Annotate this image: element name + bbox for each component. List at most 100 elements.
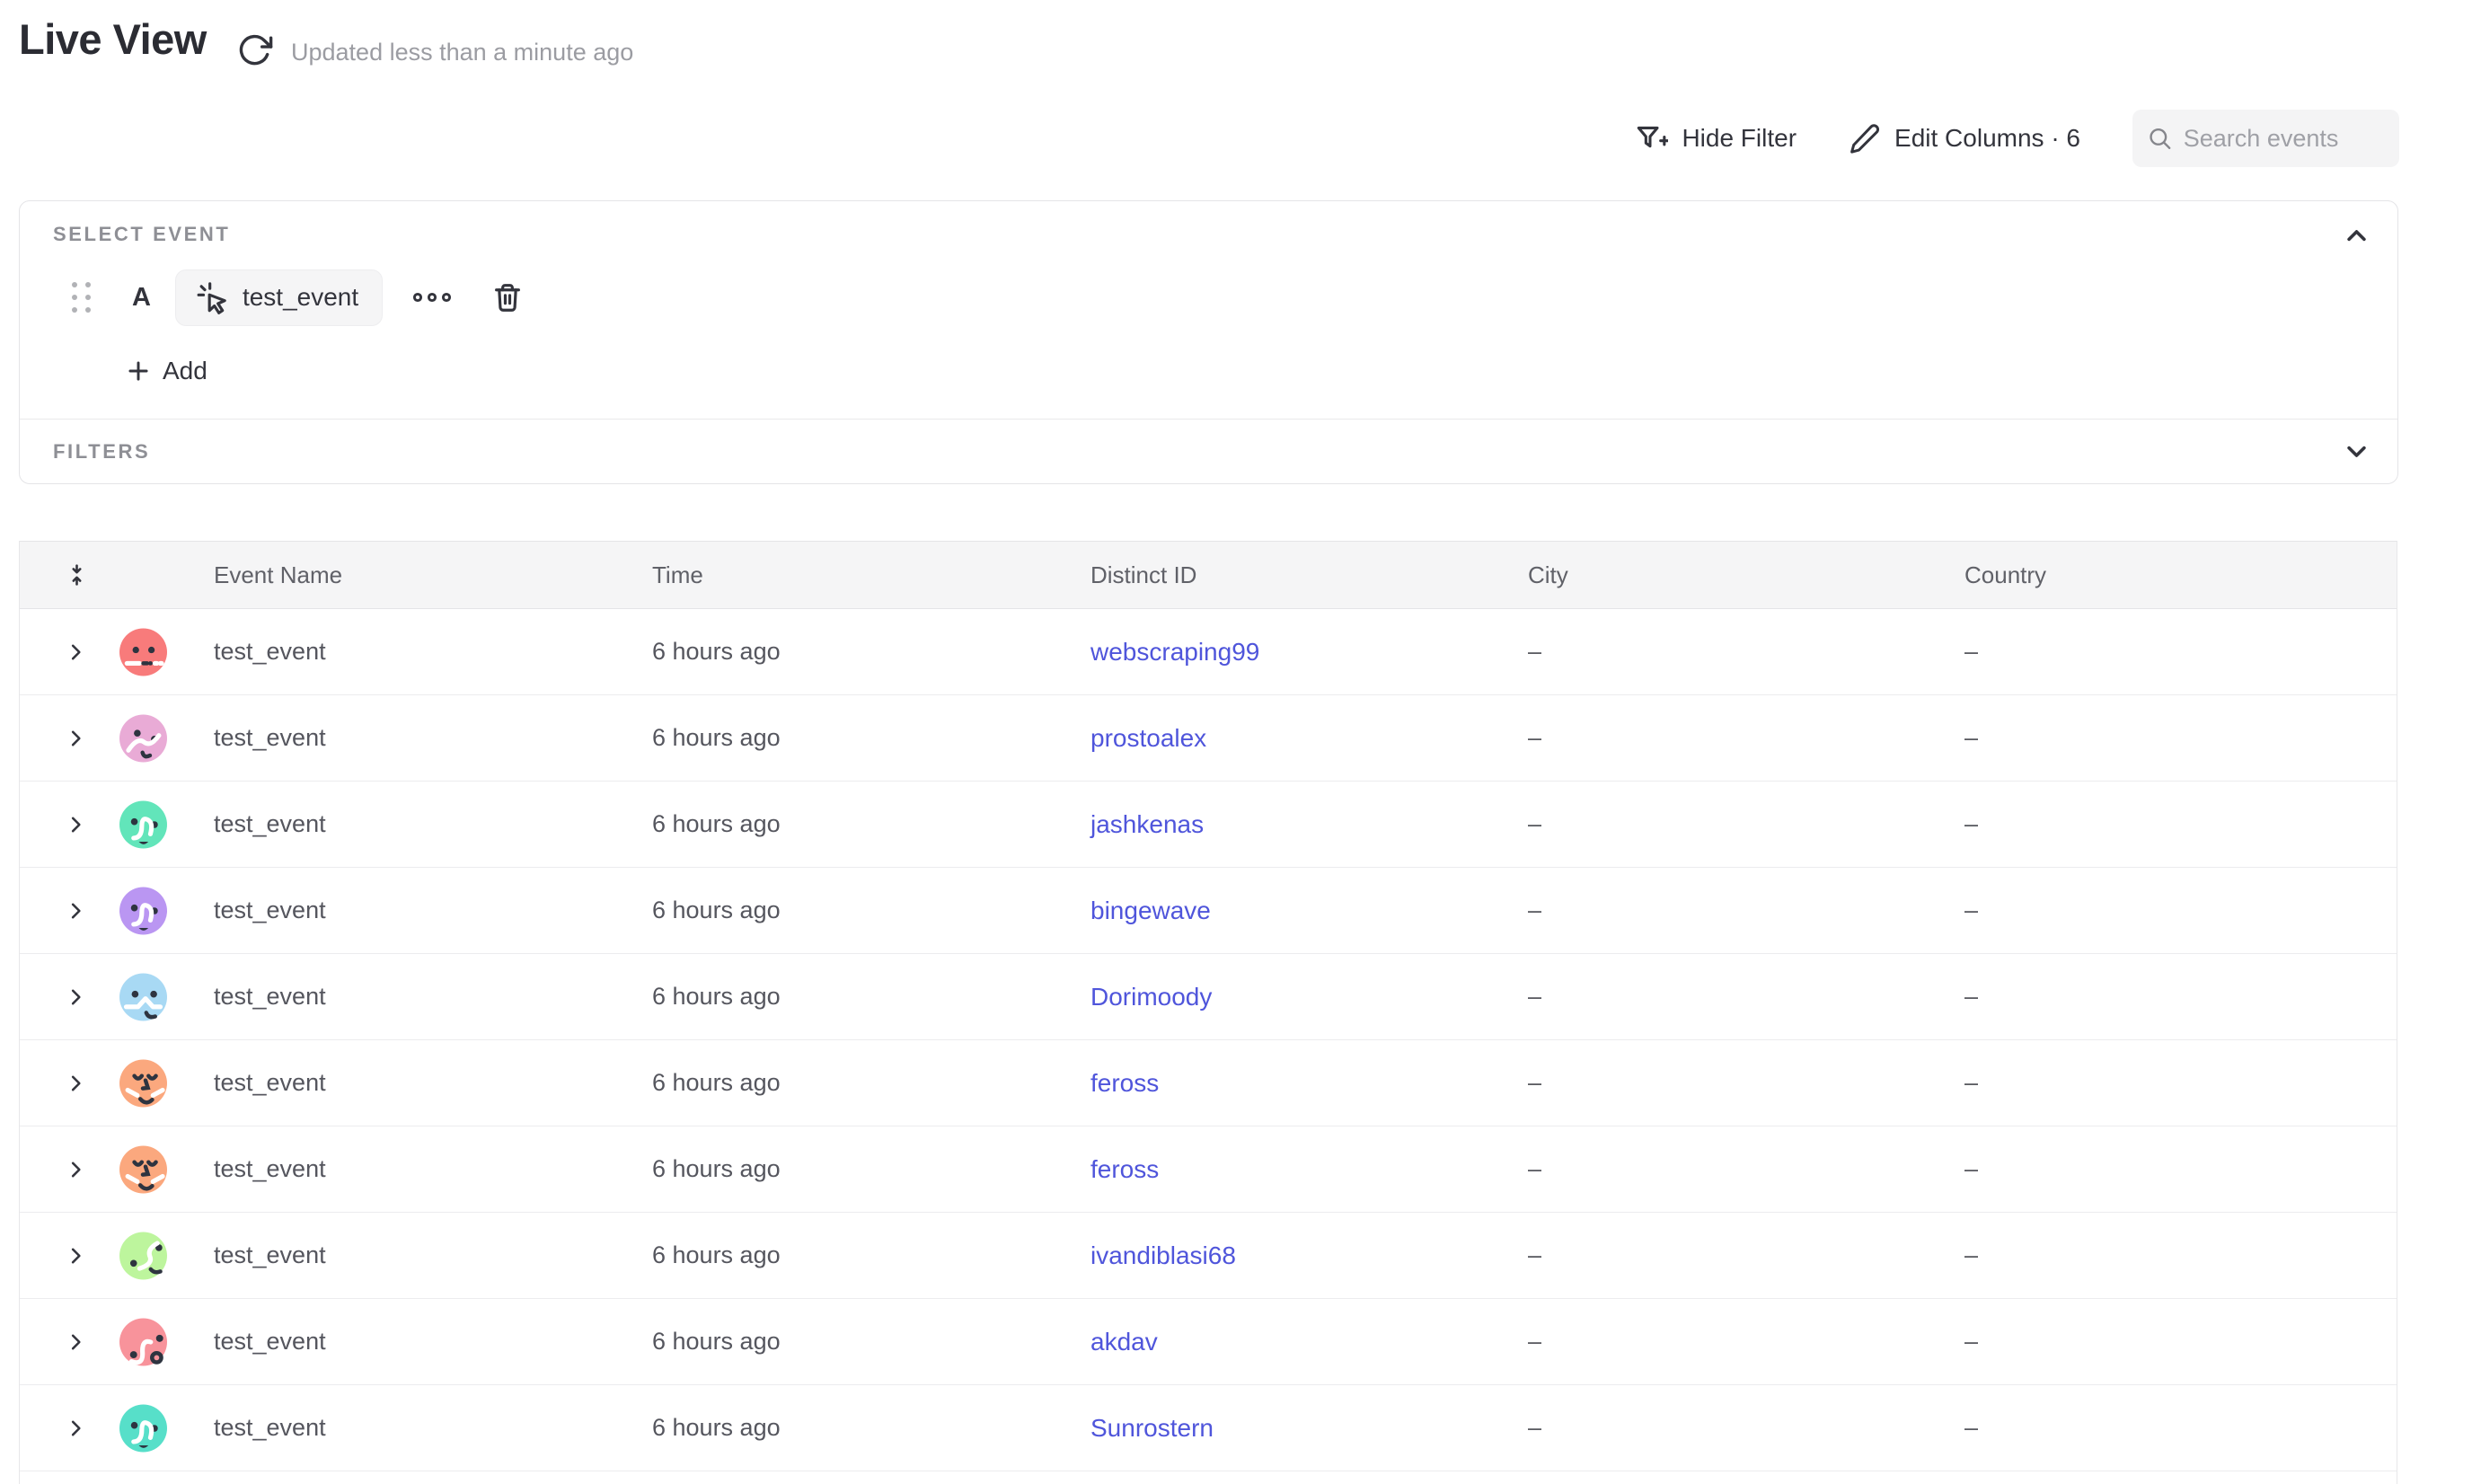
country-cell: – — [1964, 810, 1978, 837]
user-avatar — [119, 714, 167, 762]
table-row-partial — [20, 1471, 2397, 1484]
toolbar: Hide Filter Edit Columns · 6 — [1635, 110, 2399, 167]
time-cell: 6 hours ago — [652, 1414, 781, 1441]
expand-row-chevron-icon[interactable] — [66, 1418, 86, 1438]
country-cell: – — [1964, 897, 1978, 923]
event-name-cell: test_event — [214, 810, 326, 837]
expand-row-chevron-icon[interactable] — [66, 728, 86, 748]
expand-row-chevron-icon[interactable] — [66, 1073, 86, 1093]
distinct-id-link[interactable]: akdav — [1090, 1328, 1158, 1356]
time-cell: 6 hours ago — [652, 724, 781, 751]
time-cell: 6 hours ago — [652, 638, 781, 665]
trash-icon — [490, 280, 525, 314]
country-cell: – — [1964, 724, 1978, 751]
city-cell: – — [1528, 1414, 1541, 1441]
event-name-cell: test_event — [214, 1328, 326, 1355]
event-name-cell: test_event — [214, 1069, 326, 1096]
user-avatar — [119, 1145, 167, 1193]
last-updated-text: Updated less than a minute ago — [291, 39, 633, 66]
hide-filter-button[interactable]: Hide Filter — [1635, 122, 1797, 155]
table-row: test_event 6 hours ago feross – – — [20, 1126, 2397, 1213]
expand-row-chevron-icon[interactable] — [66, 814, 86, 835]
search-events-box[interactable] — [2132, 110, 2399, 167]
user-avatar — [119, 887, 167, 934]
city-cell: – — [1528, 1328, 1541, 1355]
collapse-select-event-button[interactable] — [2340, 219, 2372, 252]
table-row: test_event 6 hours ago Sunrostern – – — [20, 1385, 2397, 1471]
event-name-cell: test_event — [214, 983, 326, 1010]
distinct-id-link[interactable]: ivandiblasi68 — [1090, 1241, 1236, 1269]
table-row: test_event 6 hours ago akdav – – — [20, 1299, 2397, 1385]
collapse-rows-icon[interactable] — [65, 563, 89, 587]
country-cell: – — [1964, 1328, 1978, 1355]
event-name-cell: test_event — [214, 638, 326, 665]
delete-event-button[interactable] — [487, 277, 528, 318]
expand-row-chevron-icon[interactable] — [66, 900, 86, 921]
column-header-distinct-id[interactable]: Distinct ID — [1090, 561, 1528, 589]
more-options-button[interactable] — [406, 283, 460, 312]
search-icon — [2147, 123, 2173, 154]
distinct-id-link[interactable]: prostoalex — [1090, 724, 1206, 752]
column-header-city[interactable]: City — [1528, 561, 1964, 589]
pencil-icon — [1849, 122, 1881, 155]
column-header-country[interactable]: Country — [1964, 561, 2397, 589]
distinct-id-link[interactable]: webscraping99 — [1090, 638, 1259, 666]
event-chip-label: test_event — [243, 283, 358, 312]
user-avatar — [119, 1232, 167, 1279]
edit-columns-button[interactable]: Edit Columns · 6 — [1849, 122, 2080, 155]
add-event-button[interactable]: Add — [124, 347, 207, 395]
hide-filter-label: Hide Filter — [1682, 124, 1797, 153]
time-cell: 6 hours ago — [652, 810, 781, 837]
table-row: test_event 6 hours ago bingewave – – — [20, 868, 2397, 954]
refresh-button[interactable] — [235, 31, 273, 68]
distinct-id-link[interactable]: jashkenas — [1090, 810, 1204, 838]
filter-plus-icon — [1635, 122, 1668, 155]
filters-section[interactable]: FILTERS — [20, 420, 2397, 483]
user-avatar — [119, 1059, 167, 1107]
city-cell: – — [1528, 983, 1541, 1010]
distinct-id-link[interactable]: feross — [1090, 1069, 1159, 1097]
column-header-event-name[interactable]: Event Name — [214, 561, 652, 589]
distinct-id-link[interactable]: Sunrostern — [1090, 1414, 1214, 1442]
edit-columns-label: Edit Columns · 6 — [1894, 124, 2080, 153]
table-body: test_event 6 hours ago webscraping99 – –… — [20, 609, 2397, 1471]
country-cell: – — [1964, 1155, 1978, 1182]
table-row: test_event 6 hours ago jashkenas – – — [20, 782, 2397, 868]
distinct-id-link[interactable]: Dorimoody — [1090, 983, 1212, 1011]
city-cell: – — [1528, 1069, 1541, 1096]
user-avatar — [119, 1318, 167, 1365]
distinct-id-link[interactable]: bingewave — [1090, 897, 1211, 924]
column-header-time[interactable]: Time — [652, 561, 1090, 589]
user-avatar — [119, 973, 167, 1020]
collapse-all-cell — [20, 542, 214, 608]
table-row: test_event 6 hours ago ivandiblasi68 – – — [20, 1213, 2397, 1299]
page-title: Live View — [19, 14, 207, 64]
chevron-up-icon — [2343, 222, 2370, 250]
event-name-cell: test_event — [214, 1155, 326, 1182]
chevron-down-icon — [2343, 437, 2370, 465]
event-row: A test_event — [20, 268, 528, 327]
table-row: test_event 6 hours ago prostoalex – – — [20, 695, 2397, 782]
table-row: test_event 6 hours ago Dorimoody – – — [20, 954, 2397, 1040]
event-name-cell: test_event — [214, 1414, 326, 1441]
city-cell: – — [1528, 724, 1541, 751]
refresh-icon — [236, 31, 273, 68]
country-cell: – — [1964, 1069, 1978, 1096]
event-chip[interactable]: test_event — [175, 269, 383, 326]
country-cell: – — [1964, 638, 1978, 665]
distinct-id-link[interactable]: feross — [1090, 1155, 1159, 1183]
expand-row-chevron-icon[interactable] — [66, 1331, 86, 1352]
expand-row-chevron-icon[interactable] — [66, 1245, 86, 1266]
time-cell: 6 hours ago — [652, 983, 781, 1010]
search-events-input[interactable] — [2184, 125, 2385, 153]
more-dots-icon — [411, 288, 455, 306]
drag-handle[interactable] — [72, 282, 91, 313]
expand-filters-button[interactable] — [2340, 436, 2372, 468]
expand-row-chevron-icon[interactable] — [66, 641, 86, 662]
expand-row-chevron-icon[interactable] — [66, 986, 86, 1007]
event-name-cell: test_event — [214, 724, 326, 751]
events-table: Event Name Time Distinct ID City Country… — [19, 541, 2397, 1484]
expand-row-chevron-icon[interactable] — [66, 1159, 86, 1179]
time-cell: 6 hours ago — [652, 897, 781, 923]
event-name-cell: test_event — [214, 897, 326, 923]
